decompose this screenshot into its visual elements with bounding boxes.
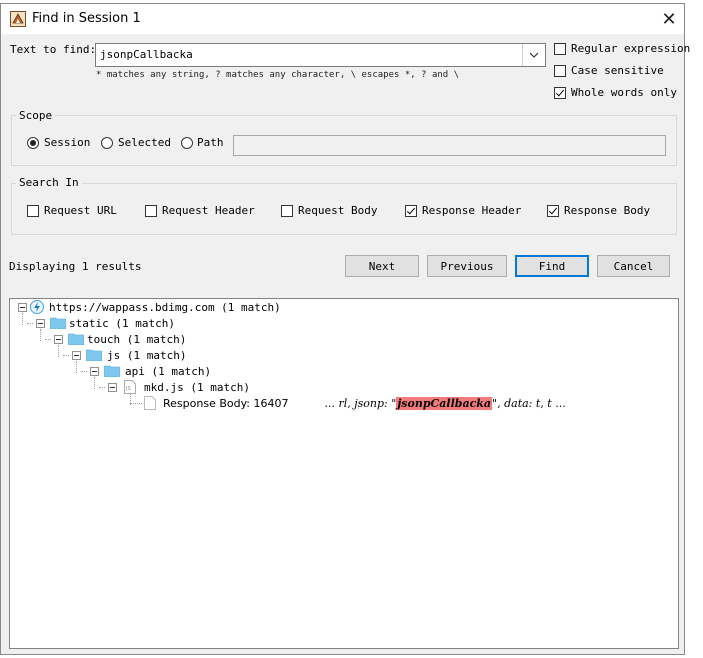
close-button[interactable]: ✕ <box>654 4 684 34</box>
response-body-checkbox[interactable] <box>547 205 559 217</box>
whole-words-checkbox[interactable] <box>554 87 566 99</box>
expander-file[interactable] <box>108 383 117 392</box>
scope-session-radio[interactable] <box>27 137 39 149</box>
close-icon: ✕ <box>661 8 677 30</box>
tree-node-result[interactable]: Response Body: 16407 ... rl, jsonp: " js… <box>163 395 566 411</box>
expander-api[interactable] <box>90 367 99 376</box>
snippet-after: ", data: t, t ... <box>492 396 566 410</box>
combo-dropdown-button[interactable] <box>522 44 545 66</box>
whole-words-label: Whole words only <box>571 86 677 99</box>
search-combobox[interactable]: jsonpCallbacka <box>95 43 546 67</box>
case-sensitive-checkbox[interactable] <box>554 65 566 77</box>
cancel-button[interactable]: Cancel <box>597 255 670 277</box>
scope-session-label: Session <box>44 136 91 149</box>
response-header-label: Response Header <box>422 204 522 217</box>
request-body-label: Request Body <box>298 204 378 217</box>
results-tree[interactable]: https://wappass.bdimg.com (1 match) stat… <box>9 298 679 649</box>
scope-path-radio[interactable] <box>181 137 193 149</box>
path-input[interactable] <box>233 135 666 156</box>
tree-node-touch[interactable]: touch (1 match) <box>87 331 186 347</box>
text-to-find-label: Text to find: <box>10 43 97 56</box>
window-title: Find in Session 1 <box>32 11 141 26</box>
results-status: Displaying 1 results <box>9 260 142 273</box>
next-button[interactable]: Next <box>345 255 419 277</box>
find-button[interactable]: Find <box>515 255 589 277</box>
request-header-checkbox[interactable] <box>145 205 157 217</box>
tree-node-api[interactable]: api (1 match) <box>125 363 211 379</box>
request-url-label: Request URL <box>44 204 117 217</box>
chevron-down-icon <box>529 52 539 58</box>
folder-icon <box>104 365 120 377</box>
request-url-checkbox[interactable] <box>27 205 39 217</box>
js-file-icon: JS <box>124 380 136 394</box>
expander-static[interactable] <box>36 319 45 328</box>
search-input[interactable]: jsonpCallbacka <box>100 48 193 61</box>
host-icon <box>30 300 44 314</box>
regex-label: Regular expression <box>571 42 691 55</box>
scope-title: Scope <box>16 109 56 122</box>
scope-path-label: Path <box>197 136 224 149</box>
wildcard-hint: * matches any string, ? matches any char… <box>96 70 460 80</box>
document-icon <box>144 396 156 410</box>
response-body-label: Response Body <box>564 204 651 217</box>
tree-node-file[interactable]: mkd.js (1 match) <box>144 379 250 395</box>
request-header-label: Request Header <box>162 204 255 217</box>
tree-node-host[interactable]: https://wappass.bdimg.com (1 match) <box>49 299 281 315</box>
tree-node-js[interactable]: js (1 match) <box>107 347 186 363</box>
result-location: Response Body: 16407 <box>163 396 289 410</box>
match-highlight: jsonpCallbacka <box>396 396 493 410</box>
app-icon <box>10 11 26 27</box>
tree-node-static[interactable]: static (1 match) <box>69 315 175 331</box>
regex-checkbox[interactable] <box>554 43 566 55</box>
previous-button[interactable]: Previous <box>427 255 507 277</box>
expander-touch[interactable] <box>54 335 63 344</box>
expander-js[interactable] <box>72 351 81 360</box>
title-bar[interactable]: Find in Session 1 ✕ <box>1 4 684 34</box>
snippet-before: ... rl, jsonp: " <box>324 396 397 410</box>
svg-text:JS: JS <box>125 386 131 392</box>
folder-icon <box>86 349 102 361</box>
case-sensitive-label: Case sensitive <box>571 64 664 77</box>
expander-host[interactable] <box>18 303 27 312</box>
scope-selected-radio[interactable] <box>101 137 113 149</box>
folder-icon <box>50 317 66 329</box>
request-body-checkbox[interactable] <box>281 205 293 217</box>
search-in-title: Search In <box>16 176 82 189</box>
scope-selected-label: Selected <box>118 136 171 149</box>
folder-icon <box>68 333 84 345</box>
response-header-checkbox[interactable] <box>405 205 417 217</box>
find-dialog: Find in Session 1 ✕ Text to find: jsonpC… <box>0 3 690 655</box>
